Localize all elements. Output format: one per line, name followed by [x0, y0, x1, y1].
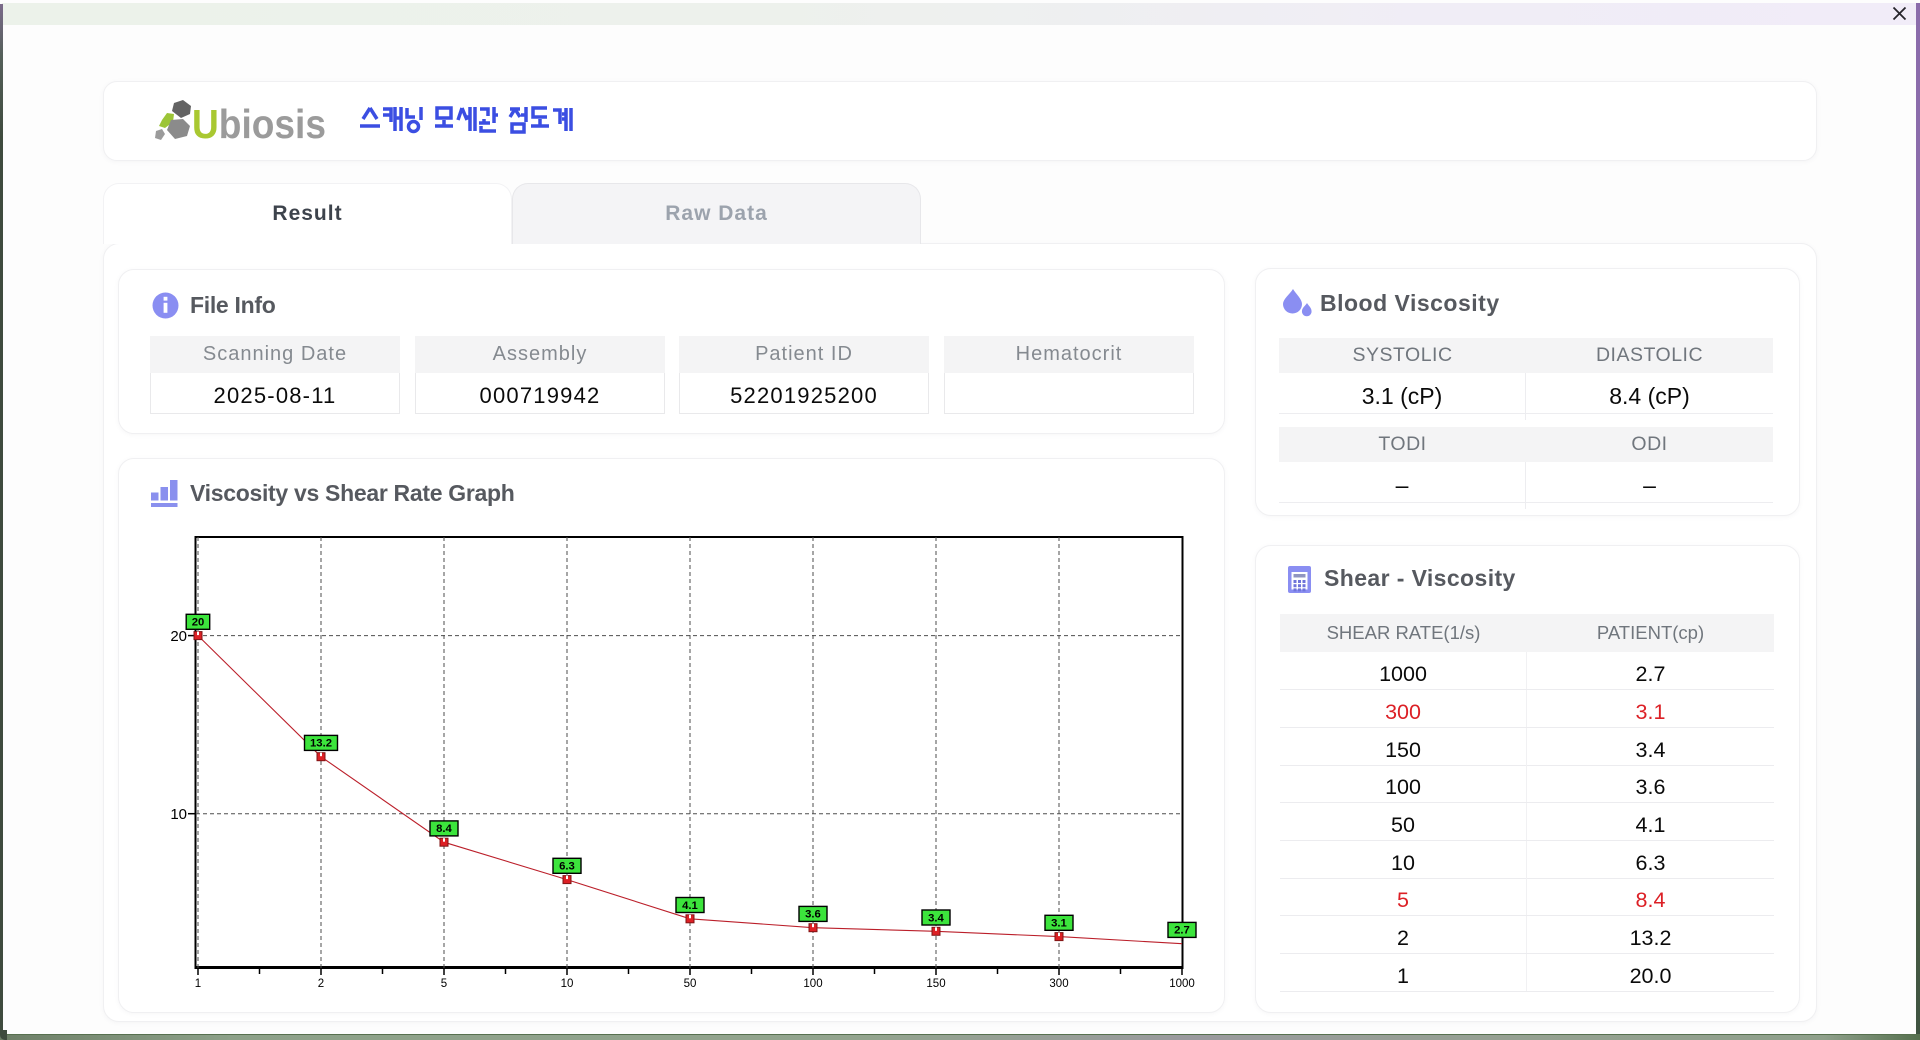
- svg-text:3.4: 3.4: [928, 912, 944, 924]
- svg-text:10: 10: [561, 978, 574, 990]
- svg-text:8.4: 8.4: [436, 823, 452, 835]
- svg-text:2: 2: [318, 978, 324, 990]
- svg-text:20: 20: [192, 617, 205, 629]
- svg-text:4.1: 4.1: [682, 900, 698, 912]
- svg-text:100: 100: [803, 978, 822, 990]
- svg-text:Ubiosis: Ubiosis: [192, 101, 326, 145]
- svg-text:3.6: 3.6: [805, 909, 821, 921]
- svg-text:6.3: 6.3: [559, 861, 575, 873]
- svg-text:300: 300: [1049, 978, 1068, 990]
- svg-text:10: 10: [170, 806, 187, 823]
- svg-text:20: 20: [170, 628, 187, 645]
- svg-text:5: 5: [441, 978, 447, 990]
- svg-text:2.7: 2.7: [1174, 925, 1190, 937]
- svg-text:1: 1: [195, 978, 201, 990]
- svg-text:1000: 1000: [1169, 978, 1195, 990]
- svg-text:50: 50: [684, 978, 697, 990]
- svg-text:13.2: 13.2: [310, 738, 332, 750]
- svg-text:150: 150: [926, 978, 945, 990]
- svg-text:3.1: 3.1: [1051, 918, 1067, 930]
